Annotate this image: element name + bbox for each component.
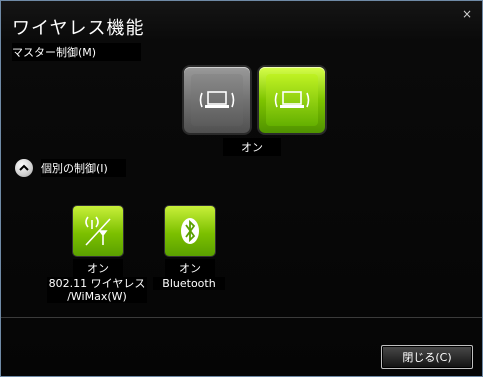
- bluetooth-device-name: Bluetooth: [153, 277, 225, 290]
- dialog-title: ワイヤレス機能: [12, 18, 145, 39]
- bluetooth-status-label: オン: [165, 259, 215, 277]
- wireless-antenna-icon: [85, 216, 111, 246]
- individual-control-expander[interactable]: 個別の制御(I): [15, 159, 126, 177]
- laptop-wireless-icon: [274, 91, 310, 108]
- master-status-label: オン: [223, 138, 281, 156]
- wireless-device-name: 802.11 ワイヤレス /WiMax(W): [47, 277, 147, 303]
- individual-control-label: 個別の制御(I): [41, 159, 126, 177]
- bluetooth-icon: [181, 218, 199, 244]
- wireless-dialog: ワイヤレス機能 × マスター制御(M) オン 個別の制御(I) オン 802.1…: [0, 0, 483, 377]
- bluetooth-toggle[interactable]: [165, 206, 215, 256]
- master-on-button[interactable]: [259, 67, 325, 133]
- master-off-button[interactable]: [184, 67, 250, 133]
- wireless-lan-toggle[interactable]: [73, 206, 123, 256]
- chevron-up-icon[interactable]: [15, 159, 33, 177]
- master-control-label: マスター制御(M): [12, 43, 142, 61]
- laptop-wireless-icon: [199, 91, 235, 108]
- close-icon[interactable]: ×: [462, 7, 472, 21]
- footer-divider: [1, 317, 482, 318]
- close-button[interactable]: 閉じる(C): [381, 345, 473, 369]
- wireless-status-label: オン: [73, 259, 123, 277]
